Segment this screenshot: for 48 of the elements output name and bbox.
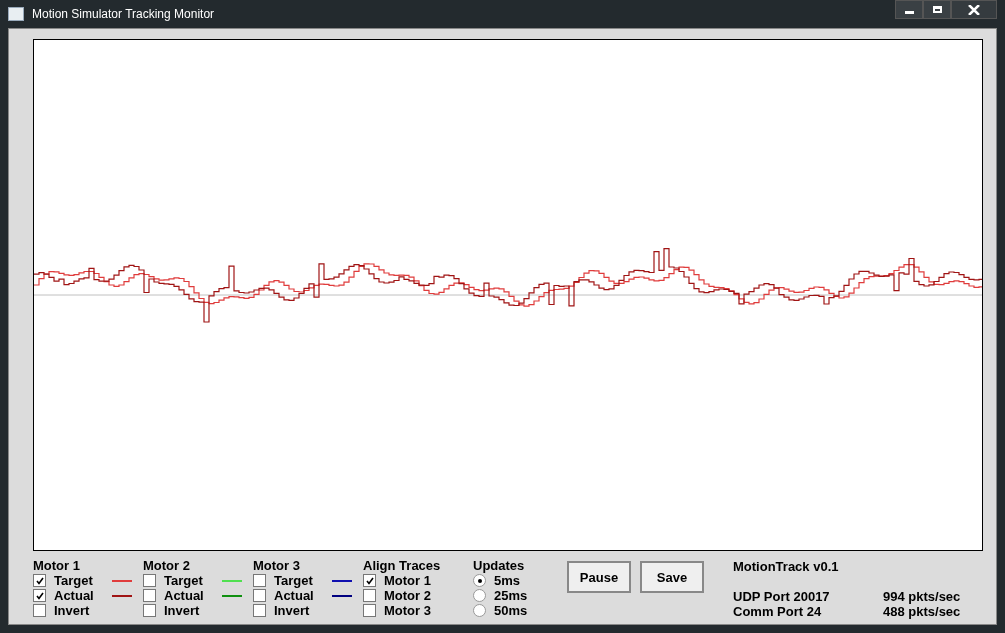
window-title: Motion Simulator Tracking Monitor: [32, 7, 216, 21]
group-label: Motor 2: [143, 559, 191, 573]
checkbox[interactable]: [33, 604, 46, 617]
checkbox-label: Actual: [164, 588, 205, 603]
radio-button[interactable]: [473, 589, 486, 602]
group-label: Updates: [473, 559, 526, 573]
checkbox[interactable]: [363, 574, 376, 587]
port-label: Comm Port 24: [733, 604, 823, 619]
close-icon: [968, 4, 980, 15]
checkbox[interactable]: [253, 604, 266, 617]
packet-rate: 488 pkts/sec: [883, 604, 961, 619]
minimize-button[interactable]: [895, 0, 923, 19]
checkbox[interactable]: [143, 574, 156, 587]
checkbox-label: Motor 2: [384, 588, 432, 603]
checkbox-label: Invert: [54, 603, 91, 618]
version-label: MotionTrack v0.1: [733, 559, 840, 574]
checkbox[interactable]: [363, 589, 376, 602]
radio-label: 5ms: [494, 573, 522, 588]
checkbox[interactable]: [253, 589, 266, 602]
packet-rate: 994 pkts/sec: [883, 589, 961, 604]
checkbox-label: Invert: [164, 603, 201, 618]
action-button[interactable]: Pause: [567, 561, 631, 593]
checkbox-label: Motor 1: [384, 573, 432, 588]
checkbox-label: Actual: [54, 588, 95, 603]
checkbox-label: Target: [54, 573, 94, 588]
group-label: Motor 3: [253, 559, 301, 573]
radio-button[interactable]: [473, 574, 486, 587]
checkbox[interactable]: [363, 604, 376, 617]
checkbox-label: Actual: [274, 588, 315, 603]
checkbox-label: Target: [274, 573, 314, 588]
checkbox[interactable]: [143, 604, 156, 617]
action-button[interactable]: Save: [640, 561, 704, 593]
checkbox[interactable]: [143, 589, 156, 602]
checkbox-label: Target: [164, 573, 204, 588]
app-icon: [8, 7, 24, 21]
close-button[interactable]: [951, 0, 997, 19]
checkbox[interactable]: [253, 574, 266, 587]
group-label: Align Traces: [363, 559, 442, 573]
checkbox[interactable]: [33, 574, 46, 587]
radio-label: 25ms: [494, 588, 529, 603]
maximize-button[interactable]: [923, 0, 951, 19]
radio-label: 50ms: [494, 603, 529, 618]
checkbox[interactable]: [33, 589, 46, 602]
port-label: UDP Port 20017: [733, 589, 831, 604]
group-label: Motor 1: [33, 559, 81, 573]
checkbox-label: Motor 3: [384, 603, 432, 618]
radio-button[interactable]: [473, 604, 486, 617]
checkbox-label: Invert: [274, 603, 311, 618]
